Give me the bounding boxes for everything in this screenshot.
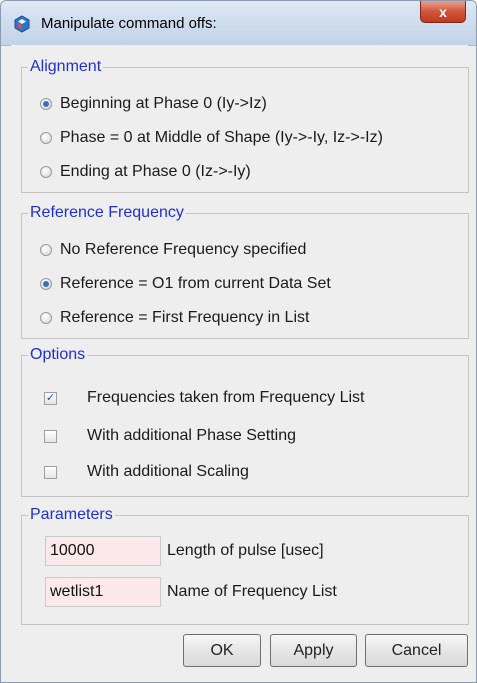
option-label: Frequencies taken from Frequency List xyxy=(87,389,365,406)
alignment-option-beginning[interactable]: Beginning at Phase 0 (Iy->Iz) xyxy=(40,92,267,116)
alignment-legend: Alignment xyxy=(28,57,104,77)
frequency-list-input[interactable] xyxy=(45,577,161,607)
radio-selected-icon[interactable] xyxy=(40,98,52,110)
pulse-length-input[interactable] xyxy=(45,536,161,566)
options-legend: Options xyxy=(28,345,88,365)
pulse-length-label: Length of pulse [usec] xyxy=(167,542,324,559)
checkbox-unchecked-icon[interactable] xyxy=(44,429,57,443)
reference-option-first[interactable]: Reference = First Frequency in List xyxy=(40,306,309,330)
reference-frequency-group: Reference Frequency No Reference Frequen… xyxy=(21,203,469,339)
radio-unselected-icon[interactable] xyxy=(40,166,52,178)
close-button[interactable]: x xyxy=(420,1,466,23)
parameters-group: Parameters Length of pulse [usec] Name o… xyxy=(21,505,469,625)
checkbox-unchecked-icon[interactable] xyxy=(44,465,57,479)
cancel-button[interactable]: Cancel xyxy=(365,634,468,667)
option-additional-phase[interactable]: With additional Phase Setting xyxy=(44,424,296,448)
reference-option-o1[interactable]: Reference = O1 from current Data Set xyxy=(40,272,331,296)
radio-unselected-icon[interactable] xyxy=(40,132,52,144)
reference-option-none[interactable]: No Reference Frequency specified xyxy=(40,238,306,262)
radio-unselected-icon[interactable] xyxy=(40,244,52,256)
window-title: Manipulate command offs: xyxy=(41,15,217,32)
reference-frequency-legend: Reference Frequency xyxy=(28,203,186,223)
checkbox-checked-icon[interactable]: ✓ xyxy=(44,391,57,405)
dialog-window: Manipulate command offs: x Alignment Beg… xyxy=(0,0,477,683)
option-label: With additional Scaling xyxy=(87,463,249,480)
radio-selected-icon[interactable] xyxy=(40,278,52,290)
dialog-body: Alignment Beginning at Phase 0 (Iy->Iz) … xyxy=(11,45,469,682)
alignment-group: Alignment Beginning at Phase 0 (Iy->Iz) … xyxy=(21,57,469,193)
option-additional-scaling[interactable]: With additional Scaling xyxy=(44,460,249,484)
frequency-list-label: Name of Frequency List xyxy=(167,583,337,600)
alignment-option-ending[interactable]: Ending at Phase 0 (Iz->-Iy) xyxy=(40,160,251,184)
ok-button[interactable]: OK xyxy=(183,634,261,667)
alignment-option-label: Beginning at Phase 0 (Iy->Iz) xyxy=(60,95,267,112)
option-frequencies-from-list[interactable]: ✓ Frequencies taken from Frequency List xyxy=(44,386,364,410)
reference-option-label: Reference = O1 from current Data Set xyxy=(60,275,331,292)
app-icon xyxy=(14,15,30,33)
apply-button[interactable]: Apply xyxy=(270,634,357,667)
alignment-option-label: Phase = 0 at Middle of Shape (Iy->-Iy, I… xyxy=(60,129,383,146)
reference-option-label: No Reference Frequency specified xyxy=(60,241,307,258)
options-group: Options ✓ Frequencies taken from Frequen… xyxy=(21,345,469,497)
alignment-option-middle[interactable]: Phase = 0 at Middle of Shape (Iy->-Iy, I… xyxy=(40,126,383,150)
alignment-option-label: Ending at Phase 0 (Iz->-Iy) xyxy=(60,163,251,180)
radio-unselected-icon[interactable] xyxy=(40,312,52,324)
reference-option-label: Reference = First Frequency in List xyxy=(60,309,310,326)
title-bar[interactable]: Manipulate command offs: x xyxy=(1,1,476,46)
close-icon: x xyxy=(439,3,447,20)
option-label: With additional Phase Setting xyxy=(87,427,297,444)
parameters-legend: Parameters xyxy=(28,505,115,525)
